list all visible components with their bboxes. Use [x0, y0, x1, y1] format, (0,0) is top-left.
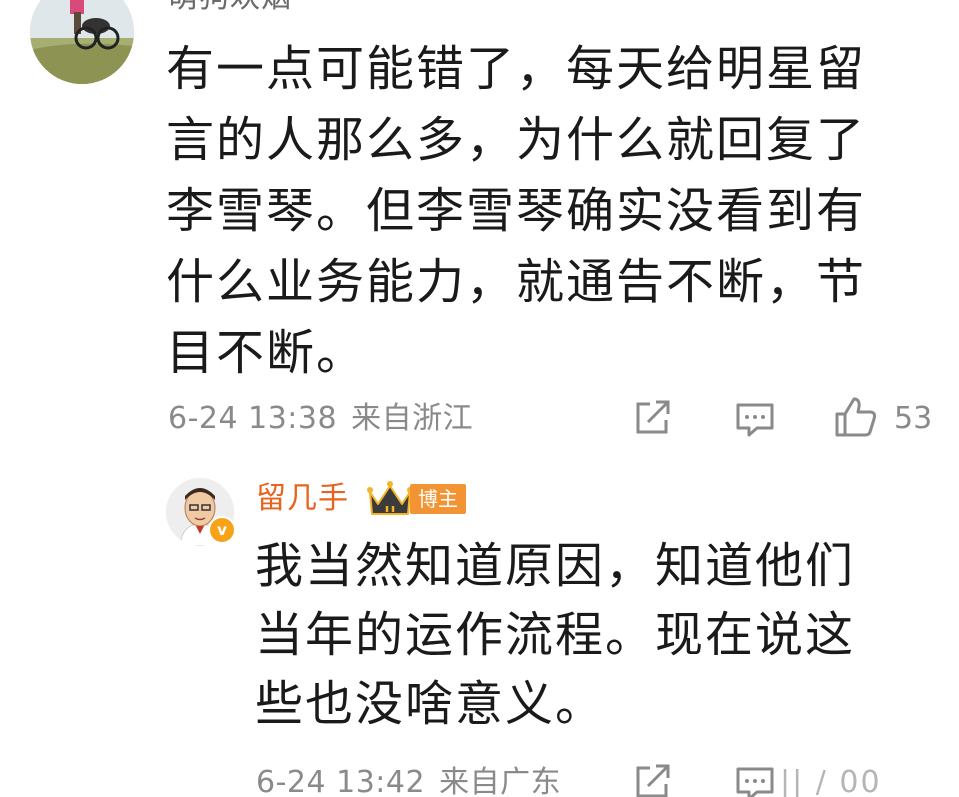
crown-icon	[366, 478, 414, 522]
reply-avatar[interactable]: v	[166, 478, 236, 546]
reply-text: 我当然知道原因，知道他们 当年的运作流程。现在说这 些也没啥意义。	[255, 538, 856, 732]
reply-comment-icon[interactable]	[735, 766, 775, 797]
comment-text: 有一点可能错了，每天给明星留 言的人那么多，为什么就回复了 李雪琴。但李雪琴确实…	[166, 41, 867, 381]
like-count: 53	[894, 401, 933, 436]
verified-badge: v	[208, 516, 236, 544]
reply-meta: 6-24 13:42 来自广东	[256, 764, 561, 797]
blogger-badge: 博主	[410, 484, 466, 514]
comment-username[interactable]: 萌狗欢烟	[168, 0, 292, 18]
avatar[interactable]	[30, 0, 134, 84]
share-icon[interactable]	[634, 400, 672, 436]
comment-thread: 萌狗欢烟 有一点可能错了，每天给明星留 言的人那么多，为什么就回复了 李雪琴。但…	[0, 0, 959, 797]
comment-icon[interactable]	[735, 402, 775, 438]
reply-username[interactable]: 留几手	[256, 478, 349, 520]
watermark: || / 00	[780, 765, 882, 797]
reply-location: 来自广东	[439, 765, 562, 797]
comment-meta: 6-24 13:38 来自浙江	[168, 400, 473, 438]
reply-time: 6-24 13:42	[256, 765, 426, 797]
comment-location: 来自浙江	[351, 401, 474, 436]
like-icon[interactable]	[834, 396, 878, 438]
avatar-photo	[30, 0, 134, 84]
comment-time: 6-24 13:38	[168, 401, 338, 436]
reply-share-icon[interactable]	[634, 764, 672, 797]
